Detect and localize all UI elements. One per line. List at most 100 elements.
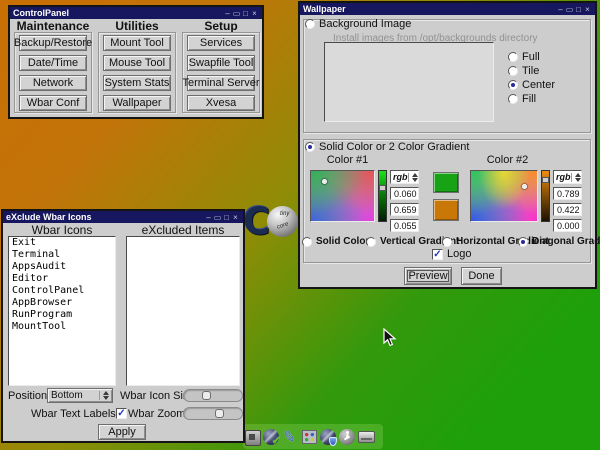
color1-b-field[interactable]: 0.055 <box>390 219 419 232</box>
logo-label: Logo <box>447 248 471 260</box>
list-item[interactable]: RunProgram <box>9 309 115 321</box>
color2-hue-box[interactable] <box>470 170 538 222</box>
color2-value-slider[interactable] <box>541 170 550 222</box>
wallpaper-titlebar[interactable]: Wallpaper – ▭ □ × <box>300 3 595 15</box>
list-item[interactable]: AppBrowser <box>9 297 115 309</box>
color2-marker[interactable] <box>522 184 527 189</box>
color2-swatch[interactable] <box>433 199 459 221</box>
backup-restore-button[interactable]: Backup/Restore <box>19 35 87 51</box>
color2-r-field[interactable]: 0.789 <box>553 187 582 200</box>
radio-icon[interactable] <box>508 80 518 90</box>
slider-handle[interactable] <box>542 177 549 183</box>
background-image-label: Background Image <box>319 18 411 30</box>
radio-icon[interactable] <box>508 94 518 104</box>
color2-label: Color #2 <box>470 154 545 166</box>
position-dropdown[interactable]: Bottom <box>47 388 113 403</box>
color1-mode-choice[interactable]: rgb <box>390 170 419 184</box>
color1-r-field[interactable]: 0.060 <box>390 187 419 200</box>
logo-checkbox[interactable]: ✓ <box>432 249 443 260</box>
slider-handle[interactable] <box>215 409 224 418</box>
mouse-tool-button[interactable]: Mouse Tool <box>103 55 171 71</box>
list-item[interactable]: Exit <box>9 237 115 249</box>
logo-checkbox-row[interactable]: ✓ Logo <box>432 248 471 260</box>
slider-handle[interactable] <box>202 391 211 400</box>
network-button[interactable]: Network <box>19 75 87 91</box>
radio-icon[interactable] <box>442 237 452 247</box>
exclude-titlebar[interactable]: eXclude Wbar Icons – ▭ □ × <box>3 211 243 223</box>
color1-hue-box[interactable] <box>310 170 375 222</box>
services-button[interactable]: Services <box>187 35 255 51</box>
radio-icon[interactable] <box>305 142 315 152</box>
terminal-server-button[interactable]: Terminal Server <box>187 75 255 91</box>
wbar-text-labels-checkbox[interactable]: ✓ <box>116 408 127 419</box>
radio-icon[interactable] <box>508 66 518 76</box>
radio-icon[interactable] <box>366 237 376 247</box>
excluded-items-list[interactable] <box>126 236 240 386</box>
runprogram-icon[interactable] <box>339 428 356 446</box>
minimize-icon[interactable]: – <box>204 212 213 223</box>
background-image-radio[interactable]: Background Image <box>305 18 411 30</box>
color1-swatch[interactable] <box>433 172 459 193</box>
swapfile-tool-button[interactable]: Swapfile Tool <box>187 55 255 71</box>
gradient-radio-diagonal[interactable]: Diagonal Gradient <box>518 236 600 247</box>
maximize-icon[interactable]: □ <box>574 4 583 15</box>
appbrowser-icon[interactable] <box>320 428 337 446</box>
wbar-conf-button[interactable]: Wbar Conf <box>19 95 87 111</box>
mode-radio-tile[interactable]: Tile <box>508 65 539 77</box>
wbar-icon-size-slider[interactable] <box>183 389 243 402</box>
editor-icon[interactable]: ✎ <box>282 428 299 446</box>
color1-value-slider[interactable] <box>378 170 387 222</box>
radio-icon[interactable] <box>518 237 528 247</box>
background-image-list[interactable] <box>324 42 494 122</box>
list-item[interactable]: Editor <box>9 273 115 285</box>
mode-radio-full[interactable]: Full <box>508 51 540 63</box>
wbar-icons-list[interactable]: Exit Terminal AppsAudit Editor ControlPa… <box>8 236 116 386</box>
mounttool-icon[interactable] <box>358 428 375 446</box>
radio-icon[interactable] <box>508 52 518 62</box>
mode-radio-center[interactable]: Center <box>508 79 555 91</box>
controlpanel-window: ControlPanel – ▭ □ × Maintenance Utiliti… <box>8 5 264 119</box>
wbar-icons-header: Wbar Icons <box>8 223 116 237</box>
system-stats-button[interactable]: System Stats <box>103 75 171 91</box>
close-icon[interactable]: × <box>250 8 259 19</box>
close-icon[interactable]: × <box>583 4 592 15</box>
appsaudit-icon[interactable]: ✓ <box>263 428 280 446</box>
minimize-icon[interactable]: – <box>223 8 232 19</box>
maximize-icon[interactable]: □ <box>222 212 231 223</box>
done-button[interactable]: Done <box>461 267 502 285</box>
list-item[interactable]: MountTool <box>9 321 115 333</box>
maximize-icon[interactable]: □ <box>241 8 250 19</box>
color1-label: Color #1 <box>310 154 385 166</box>
list-item[interactable]: AppsAudit <box>9 261 115 273</box>
color1-g-field[interactable]: 0.659 <box>390 203 419 216</box>
close-icon[interactable]: × <box>231 212 240 223</box>
mode-radio-fill[interactable]: Fill <box>508 93 536 105</box>
wallpaper-button[interactable]: Wallpaper <box>103 95 171 111</box>
shade-icon[interactable]: ▭ <box>565 4 574 15</box>
tinycore-logo-sphere-icon: tiny core <box>267 206 298 237</box>
color1-marker[interactable] <box>322 179 327 184</box>
shade-icon[interactable]: ▭ <box>232 8 241 19</box>
slider-handle[interactable] <box>379 185 386 191</box>
apply-button[interactable]: Apply <box>98 424 146 440</box>
date-time-button[interactable]: Date/Time <box>19 55 87 71</box>
radio-icon[interactable] <box>302 237 312 247</box>
minimize-icon[interactable]: – <box>556 4 565 15</box>
color2-g-field[interactable]: 0.422 <box>553 203 582 216</box>
list-item[interactable]: ControlPanel <box>9 285 115 297</box>
radio-icon[interactable] <box>305 19 315 29</box>
shade-icon[interactable]: ▭ <box>213 212 222 223</box>
list-item[interactable]: Terminal <box>9 249 115 261</box>
gradient-radio-solid[interactable]: Solid Color <box>302 236 369 247</box>
wbar-zoom-slider[interactable] <box>183 407 243 420</box>
mount-tool-button[interactable]: Mount Tool <box>103 35 171 51</box>
solid-or-gradient-radio[interactable]: Solid Color or 2 Color Gradient <box>305 141 469 153</box>
color2-b-field[interactable]: 0.000 <box>553 219 582 232</box>
controlpanel-titlebar[interactable]: ControlPanel – ▭ □ × <box>10 7 262 19</box>
preview-button[interactable]: Preview <box>404 267 452 285</box>
xvesa-button[interactable]: Xvesa <box>187 95 255 111</box>
controlpanel-icon[interactable] <box>301 428 318 446</box>
exit-icon[interactable] <box>244 428 261 446</box>
color2-mode-choice[interactable]: rgb <box>553 170 582 184</box>
mouse-cursor <box>383 328 397 348</box>
